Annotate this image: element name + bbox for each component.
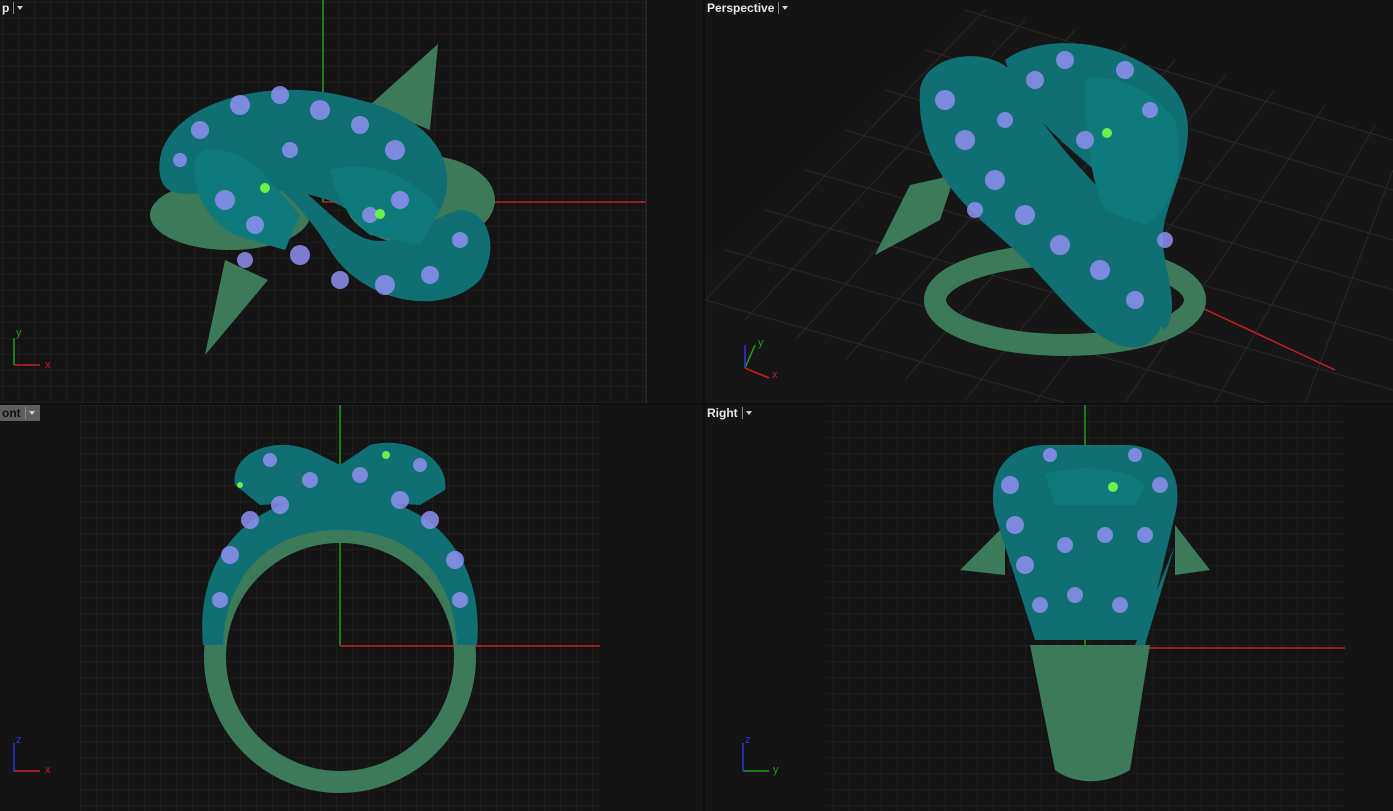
axis-label-z: z bbox=[16, 734, 22, 746]
snake-eye bbox=[375, 209, 385, 219]
viewport-right[interactable]: z y Right bbox=[705, 405, 1393, 811]
viewport-top[interactable]: y x p bbox=[0, 0, 703, 403]
chevron-down-icon[interactable] bbox=[24, 407, 36, 419]
snake-eye bbox=[382, 451, 390, 459]
viewport-title-perspective[interactable]: Perspective bbox=[705, 0, 793, 16]
perspective-grid: y x bbox=[705, 9, 1393, 403]
snake-eye bbox=[1108, 482, 1118, 492]
snake-eye bbox=[1102, 128, 1112, 138]
axis-label-x: x bbox=[45, 764, 51, 776]
chevron-down-icon[interactable] bbox=[13, 2, 24, 14]
viewport-title-label: Right bbox=[707, 406, 738, 420]
snake-eye bbox=[260, 183, 270, 193]
viewport-perspective[interactable]: y x Perspective bbox=[705, 0, 1393, 403]
viewport-title-top[interactable]: p bbox=[0, 0, 28, 16]
construction-grid: y x bbox=[0, 0, 647, 403]
chevron-down-icon[interactable] bbox=[741, 407, 753, 419]
axis-label-y: y bbox=[758, 337, 764, 349]
construction-grid: z x bbox=[13, 405, 600, 811]
construction-grid: z y bbox=[742, 405, 1345, 811]
viewport-title-right[interactable]: Right bbox=[705, 405, 757, 421]
snake-eye bbox=[237, 482, 243, 488]
viewport-title-label: Perspective bbox=[707, 1, 775, 15]
axis-label-x: x bbox=[772, 369, 778, 381]
axis-label-x: x bbox=[45, 359, 51, 371]
viewport-title-label: ont bbox=[2, 406, 21, 420]
axis-label-y: y bbox=[16, 327, 22, 339]
axis-triad-icon bbox=[13, 743, 40, 772]
axis-label-y: y bbox=[773, 764, 779, 776]
chevron-down-icon[interactable] bbox=[778, 2, 789, 14]
viewport-title-label: p bbox=[2, 1, 10, 15]
axis-label-z: z bbox=[745, 734, 751, 746]
axis-triad-icon bbox=[742, 743, 769, 772]
viewport-title-front[interactable]: ont bbox=[0, 405, 40, 421]
viewport-front[interactable]: z x ont bbox=[0, 405, 703, 811]
